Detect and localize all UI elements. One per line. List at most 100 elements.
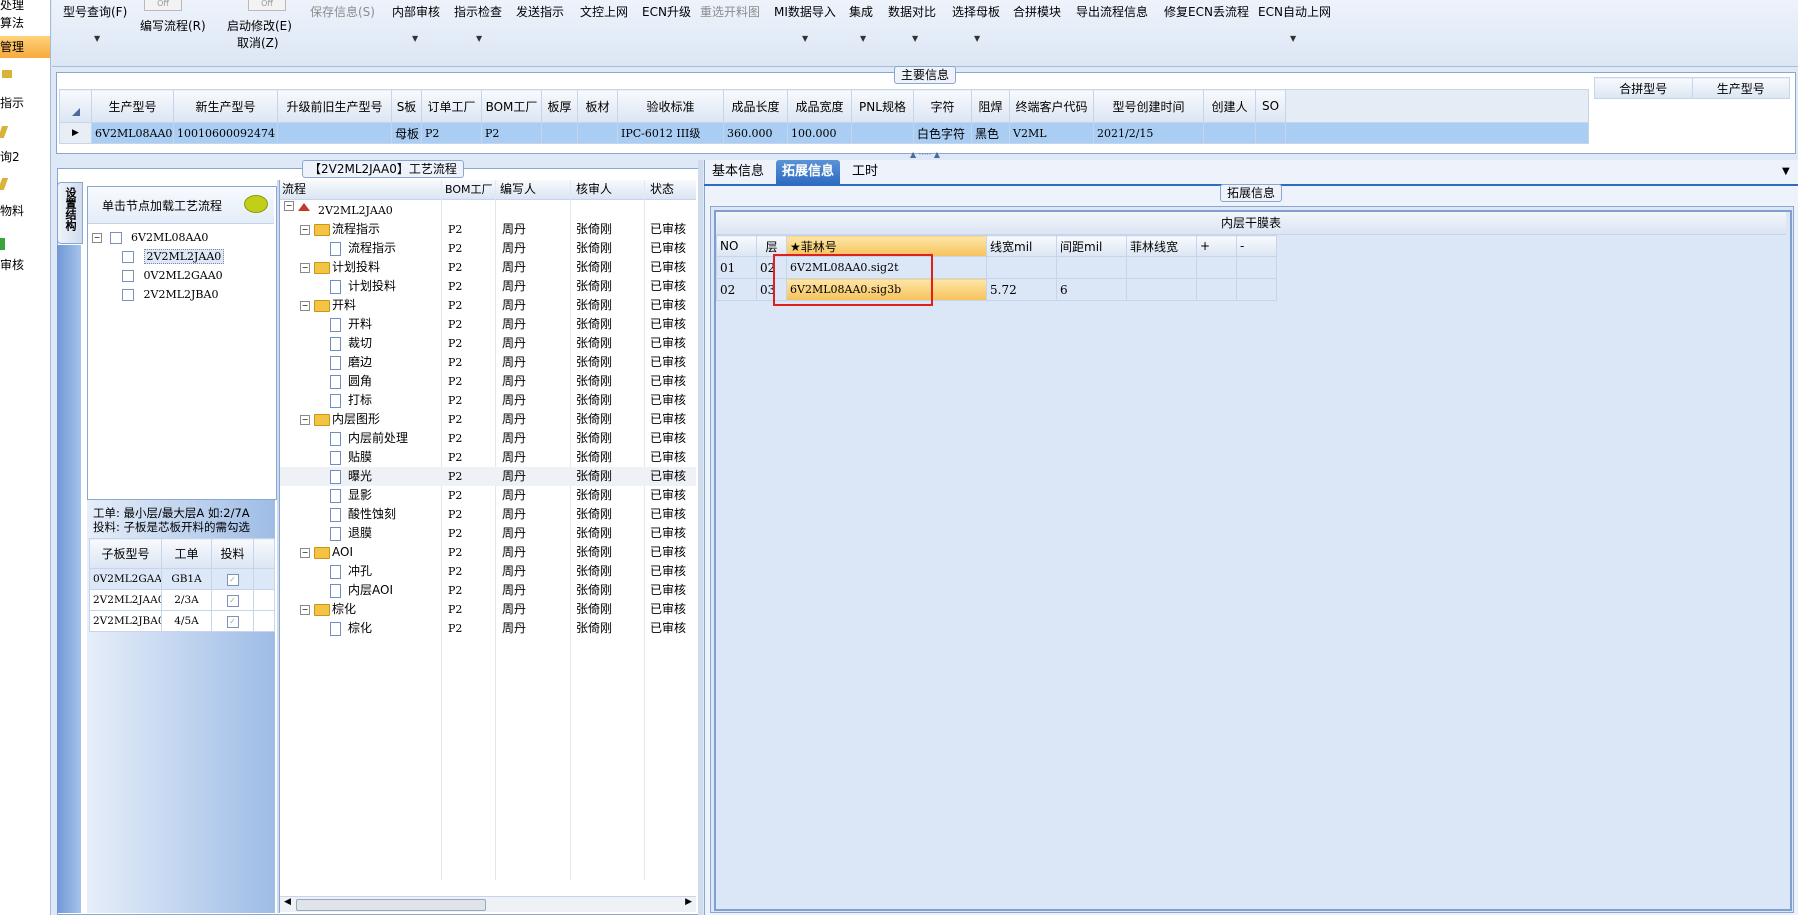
scroll-right-icon[interactable]: ▶: [685, 897, 692, 907]
dropdown-arrow-icon[interactable]: ▼: [1290, 34, 1296, 43]
flow-step-row[interactable]: 内层前处理 P2 周丹 张倚刚 已审核: [280, 429, 696, 448]
table-cell[interactable]: [1056, 256, 1127, 279]
internal-review-button[interactable]: 内部审核: [392, 3, 440, 20]
splitter-grip-icon[interactable]: ▲ ····· ▲: [895, 151, 955, 159]
column-header[interactable]: 订单工厂: [421, 89, 482, 123]
table-row[interactable]: 2V2ML2JBA0 4/5A ✓: [89, 610, 275, 632]
column-header[interactable]: 流程: [282, 180, 306, 199]
table-row[interactable]: 2V2ML2JAA0 2/3A ✓: [89, 589, 275, 611]
instruction-check-button[interactable]: 指示检查: [454, 3, 502, 20]
column-header[interactable]: 成品长度: [723, 89, 788, 123]
select-mother-board-button[interactable]: 选择母板: [952, 3, 1000, 20]
splitter[interactable]: [698, 160, 703, 915]
feed-checkbox[interactable]: ✓: [211, 568, 254, 590]
collapse-icon[interactable]: −: [300, 225, 310, 235]
table-cell[interactable]: [1255, 122, 1286, 144]
table-cell[interactable]: 黑色: [971, 122, 1010, 144]
column-header[interactable]: 线宽mil: [986, 235, 1057, 257]
flow-group-row[interactable]: − 计划投料 P2 周丹 张倚刚 已审核: [280, 258, 696, 277]
checkbox[interactable]: [122, 270, 134, 282]
tab-work-hours[interactable]: 工时: [846, 160, 884, 184]
column-header[interactable]: 工单: [161, 538, 212, 569]
table-cell[interactable]: [1236, 278, 1277, 301]
flow-step-row[interactable]: 打标 P2 周丹 张倚刚 已审核: [280, 391, 696, 410]
table-cell[interactable]: [1126, 278, 1197, 301]
integration-button[interactable]: 集成: [849, 3, 873, 20]
table-cell[interactable]: 0V2ML2GAA0: [89, 568, 162, 590]
table-cell[interactable]: 100.000: [787, 122, 852, 144]
tree-node[interactable]: 0V2ML2GAA0: [92, 266, 272, 285]
flow-step-row[interactable]: 棕化 P2 周丹 张倚刚 已审核: [280, 619, 696, 638]
collapse-icon[interactable]: −: [300, 605, 310, 615]
tree-node[interactable]: 2V2ML2JAA0: [92, 247, 272, 266]
feed-checkbox[interactable]: ✓: [211, 610, 254, 632]
nav-item-material[interactable]: 物料: [0, 200, 50, 222]
flow-step-row[interactable]: 曝光 P2 周丹 张倚刚 已审核: [280, 467, 696, 486]
remove-column-button[interactable]: -: [1236, 235, 1277, 257]
flow-step-row[interactable]: 冲孔 P2 周丹 张倚刚 已审核: [280, 562, 696, 581]
column-header[interactable]: 创建人: [1203, 89, 1256, 123]
tree-node[interactable]: − 6V2ML08AA0: [92, 228, 272, 247]
flow-group-row[interactable]: − 流程指示 P2 周丹 张倚刚 已审核: [280, 220, 696, 239]
flow-step-row[interactable]: 流程指示 P2 周丹 张倚刚 已审核: [280, 239, 696, 258]
collapse-icon[interactable]: −: [300, 263, 310, 273]
ecn-auto-online-button[interactable]: ECN自动上网: [1258, 3, 1331, 20]
flow-group-row[interactable]: − 棕化 P2 周丹 张倚刚 已审核: [280, 600, 696, 619]
flow-step-row[interactable]: 内层AOI P2 周丹 张倚刚 已审核: [280, 581, 696, 600]
send-instruction-button[interactable]: 发送指示: [516, 3, 564, 20]
toggle-switch[interactable]: Off: [248, 0, 286, 11]
column-header[interactable]: 菲林线宽: [1126, 235, 1197, 257]
nav-item-instruction[interactable]: 指示: [0, 92, 50, 114]
dropdown-arrow-icon[interactable]: ▼: [802, 34, 808, 43]
table-cell[interactable]: [1196, 278, 1237, 301]
column-header[interactable]: SO: [1255, 89, 1286, 123]
dropdown-arrow-icon[interactable]: ▼: [912, 34, 918, 43]
collapse-icon[interactable]: −: [300, 415, 310, 425]
checkbox[interactable]: [109, 232, 122, 244]
column-header[interactable]: 板厚: [541, 89, 578, 123]
flow-step-row[interactable]: 酸性蚀刻 P2 周丹 张倚刚 已审核: [280, 505, 696, 524]
export-flow-info-button[interactable]: 导出流程信息: [1076, 3, 1148, 20]
collapse-icon[interactable]: −: [92, 233, 102, 243]
flow-step-row[interactable]: 计划投料 P2 周丹 张倚刚 已审核: [280, 277, 696, 296]
table-cell[interactable]: P2: [421, 122, 482, 144]
column-header[interactable]: BOM工厂: [481, 89, 542, 123]
table-cell[interactable]: 2V2ML2JBA0: [89, 610, 162, 632]
table-cell[interactable]: 2/3A: [161, 589, 212, 611]
flow-step-row[interactable]: 磨边 P2 周丹 张倚刚 已审核: [280, 353, 696, 372]
flow-step-row[interactable]: 裁切 P2 周丹 张倚刚 已审核: [280, 334, 696, 353]
table-cell[interactable]: 02: [716, 278, 757, 301]
dropdown-arrow-icon[interactable]: ▼: [860, 34, 866, 43]
column-header[interactable]: 阻焊: [971, 89, 1010, 123]
column-header[interactable]: 合拼型号: [1594, 77, 1693, 99]
dropdown-arrow-icon[interactable]: ▼: [94, 34, 100, 43]
table-cell[interactable]: 5.72: [986, 278, 1057, 301]
write-flow-button[interactable]: 编写流程(R): [140, 17, 206, 34]
flow-step-row[interactable]: 圆角 P2 周丹 张倚刚 已审核: [280, 372, 696, 391]
column-header[interactable]: 间距mil: [1056, 235, 1127, 257]
column-header[interactable]: 升级前旧生产型号: [277, 89, 392, 123]
data-compare-button[interactable]: 数据对比: [888, 3, 936, 20]
column-header[interactable]: 状态: [650, 180, 674, 199]
table-cell[interactable]: [986, 256, 1057, 279]
column-header[interactable]: 成品宽度: [787, 89, 852, 123]
dropdown-arrow-icon[interactable]: ▼: [476, 34, 482, 43]
flow-root[interactable]: − 2V2ML2JAA0: [280, 201, 696, 220]
table-cell[interactable]: [1196, 256, 1237, 279]
row-header-corner[interactable]: [59, 89, 92, 123]
table-cell[interactable]: 01: [716, 256, 757, 279]
tab-basic-info[interactable]: 基本信息: [706, 160, 770, 184]
reselect-cut-drawing-button[interactable]: 重选开料图: [700, 3, 760, 20]
table-cell[interactable]: [851, 122, 914, 144]
column-header[interactable]: 投料: [211, 538, 254, 569]
column-header[interactable]: 核审人: [576, 180, 612, 199]
flow-step-row[interactable]: 退膜 P2 周丹 张倚刚 已审核: [280, 524, 696, 543]
table-cell[interactable]: [277, 122, 392, 144]
ecn-upgrade-button[interactable]: ECN升级: [642, 3, 691, 20]
table-cell[interactable]: 10010600092474: [173, 122, 278, 144]
flow-group-row[interactable]: − 内层图形 P2 周丹 张倚刚 已审核: [280, 410, 696, 429]
table-cell[interactable]: [541, 122, 578, 144]
dropdown-arrow-icon[interactable]: ▼: [974, 34, 980, 43]
collapse-icon[interactable]: −: [300, 548, 310, 558]
table-cell[interactable]: 6: [1056, 278, 1127, 301]
